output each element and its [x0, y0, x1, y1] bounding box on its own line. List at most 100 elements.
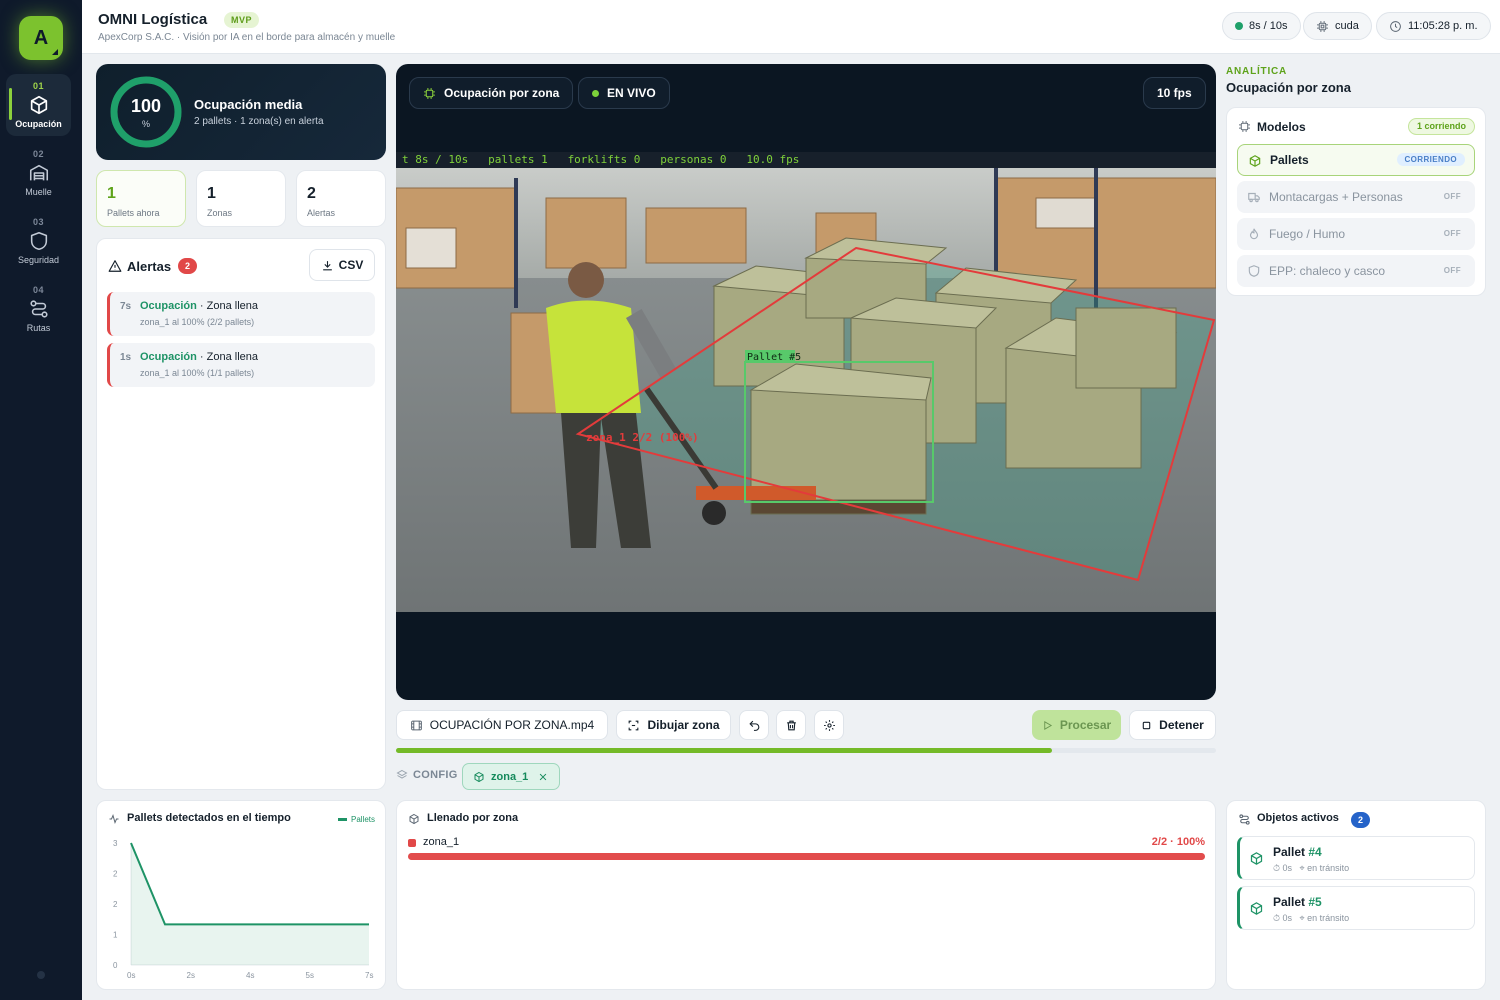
route-icon [1239, 814, 1250, 825]
running-badge: 1 corriendo [1407, 118, 1475, 135]
gear-icon [823, 719, 835, 731]
sidebar: A 01 Ocupación 02 Muelle 03 Seguridad 04… [0, 0, 82, 1000]
stop-button[interactable]: Detener [1129, 710, 1216, 740]
series-line [130, 842, 369, 926]
sidebar-item-muelle[interactable]: 02 Muelle [6, 142, 71, 204]
zone-chip[interactable]: zona_1 [462, 763, 560, 790]
model-status: CORRIENDO [1396, 153, 1465, 166]
zone-fill-card: Llenado por zona zona_1 2/2 · 100% [396, 800, 1216, 990]
export-csv-button[interactable]: CSV [309, 249, 375, 281]
nav-label: Muelle [25, 187, 52, 197]
mode-pill: Ocupación por zona [409, 77, 574, 109]
model-status: OFF [1443, 266, 1461, 275]
fps-label: 10 fps [1157, 86, 1192, 100]
occupancy-unit: % [141, 119, 150, 129]
progress-pill: 8s / 10s [1222, 12, 1301, 40]
undo-icon [748, 720, 759, 731]
header: OMNI Logística MVP ApexCorp S.A.C. · Vis… [82, 0, 1500, 54]
draw-zone-label: Dibujar zona [647, 718, 720, 732]
stat-value: 1 [207, 185, 216, 202]
csv-label: CSV [338, 258, 364, 272]
zone-value: 2/2 · 100% [1151, 836, 1205, 848]
alert-item[interactable]: 7s Ocupación · Zona llena zona_1 al 100%… [107, 292, 375, 336]
model-ppe[interactable]: EPP: chaleco y casco OFF [1237, 255, 1475, 287]
y-tick-label: 2 [113, 900, 118, 909]
legend-label: Pallets [350, 815, 375, 824]
alert-detail: zona_1 al 100% (2/2 pallets) [140, 317, 255, 327]
draw-zone-button[interactable]: Dibujar zona [616, 710, 731, 740]
stat-label: Pallets ahora [107, 208, 160, 218]
file-selector[interactable]: OCUPACIÓN POR ZONA.mp4 [396, 710, 608, 740]
video-player[interactable]: Ocupación por zona EN VIVO 10 fps t 8s /… [396, 64, 1216, 700]
object-item[interactable]: Pallet #4 ⏱ 0s ⌖ en tránsito [1237, 836, 1475, 880]
settings-button[interactable] [814, 710, 844, 740]
zone-color-dot [408, 839, 416, 847]
object-name: Pallet [1273, 895, 1306, 909]
cube-icon [474, 771, 484, 782]
warehouse-scene: zona_1 2/2 (100%) Pallet #5 [396, 168, 1216, 612]
nav-label: Rutas [26, 323, 51, 333]
model-name: Fuego / Humo [1269, 227, 1346, 241]
sidebar-item-seguridad[interactable]: 03 Seguridad [6, 210, 71, 272]
nav-number: 04 [32, 285, 44, 295]
x-tick-label: 2s [187, 971, 195, 980]
processing-progress-bar[interactable] [396, 748, 1216, 753]
chip-icon [1317, 20, 1328, 32]
series-area [131, 843, 369, 965]
cube-icon [409, 813, 419, 825]
activity-icon [109, 814, 119, 824]
stop-icon [1142, 721, 1151, 729]
active-objects-card: Objetos activos 2 Pallet #4 ⏱ 0s ⌖ en tr… [1226, 800, 1486, 990]
sidebar-item-rutas[interactable]: 04 Rutas [6, 278, 71, 340]
object-id: #5 [1308, 895, 1322, 909]
alert-title: · Zona llena [199, 300, 258, 312]
app-title: OMNI Logística [98, 11, 208, 28]
object-item[interactable]: Pallet #5 ⏱ 0s ⌖ en tránsito [1237, 886, 1475, 930]
shield-icon [30, 231, 47, 251]
object-status: en tránsito [1307, 913, 1350, 923]
stop-label: Detener [1159, 718, 1204, 732]
config-text: CONFIG [413, 769, 458, 781]
occupancy-summary: 100 % Ocupación media 2 pallets · 1 zona… [96, 64, 386, 160]
undo-button[interactable] [739, 710, 769, 740]
objects-title: Objetos activos [1257, 812, 1339, 824]
model-pallets[interactable]: Pallets CORRIENDO [1237, 144, 1475, 176]
cube-icon [1250, 902, 1263, 915]
delete-button[interactable] [776, 710, 806, 740]
occupancy-title: Ocupación media [194, 97, 303, 112]
alert-heading: Ocupación · Zona llena [140, 351, 258, 363]
models-panel: Modelos 1 corriendo Pallets CORRIENDO Mo… [1226, 107, 1486, 296]
zone-chip-label: zona_1 [491, 770, 529, 783]
analytics-title: Ocupación por zona [1226, 80, 1351, 95]
process-label: Procesar [1059, 718, 1112, 732]
model-status: OFF [1443, 229, 1461, 238]
app-logo[interactable]: A [19, 16, 63, 60]
alert-item[interactable]: 1s Ocupación · Zona llena zona_1 al 100%… [107, 343, 375, 387]
zone-fill-level [408, 853, 1205, 860]
alert-kind: Ocupación [140, 351, 197, 363]
logo-letter: A [33, 26, 49, 49]
clock-pill: 11:05:28 p. m. [1376, 12, 1491, 40]
cube-icon [1250, 852, 1263, 865]
status-dot [1235, 22, 1243, 30]
object-name: Pallet [1273, 845, 1306, 859]
chart-legend: Pallets [337, 815, 375, 824]
stat-value: 1 [107, 185, 116, 202]
alerts-title: Alertas [127, 259, 172, 274]
model-forklifts[interactable]: Montacargas + Personas OFF [1237, 181, 1475, 213]
object-name-line: Pallet #5 [1273, 895, 1322, 909]
cube-icon [30, 95, 47, 115]
stat-label: Zonas [207, 208, 233, 218]
file-name: OCUPACIÓN POR ZONA.mp4 [429, 718, 595, 732]
pallets-timeline-card: Pallets detectados en el tiempo Pallets … [96, 800, 386, 990]
pallets-chart: 0 1 2 2 3 0s 2s 4s 5s 7s [113, 839, 373, 980]
y-tick-label: 2 [113, 870, 118, 879]
stat-value: 2 [307, 185, 316, 202]
model-fire[interactable]: Fuego / Humo OFF [1237, 218, 1475, 250]
truck-icon [1248, 192, 1260, 203]
process-button[interactable]: Procesar [1032, 710, 1121, 740]
sidebar-item-ocupacion[interactable]: 01 Ocupación [6, 74, 71, 136]
close-icon[interactable] [538, 772, 548, 782]
legend-swatch [337, 818, 347, 821]
app-subtitle: ApexCorp S.A.C. · Visión por IA en el bo… [98, 32, 396, 43]
